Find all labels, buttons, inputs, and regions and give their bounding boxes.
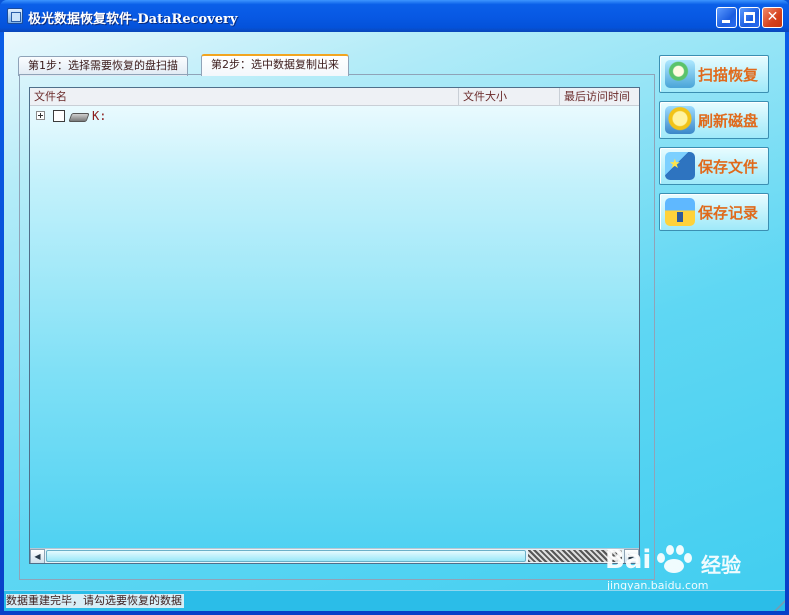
save-record-label: 保存记录 (698, 204, 759, 222)
column-header-filename[interactable]: 文件名 (30, 88, 459, 106)
column-header-last-access[interactable]: 最后访问时间 (560, 88, 639, 106)
expand-icon[interactable] (36, 111, 45, 120)
window-title: 极光数据恢复软件-DataRecovery (28, 12, 238, 27)
drive-icon (70, 112, 86, 120)
tab-step2[interactable]: 第2步：选中数据复制出来 (201, 54, 349, 76)
minimize-button[interactable] (716, 7, 737, 28)
status-bar: 数据重建完毕，请勾选要恢复的数据 (4, 590, 785, 611)
house-icon (665, 198, 695, 226)
maximize-button[interactable] (739, 7, 760, 28)
scan-recover-label: 扫描恢复 (698, 66, 759, 84)
save-record-button[interactable]: 保存记录 (659, 193, 769, 231)
tab-step1[interactable]: 第1步：选择需要恢复的盘扫描 (18, 56, 188, 76)
save-file-button[interactable]: 保存文件 (659, 147, 769, 185)
refresh-disk-label: 刷新磁盘 (698, 112, 759, 130)
save-file-label: 保存文件 (698, 158, 759, 176)
item-checkbox[interactable] (53, 110, 65, 122)
file-list[interactable]: 文件名 文件大小 最后访问时间 K: ◀ ▶ (29, 87, 640, 564)
scroll-thumb[interactable] (46, 550, 526, 562)
paw-icon (653, 543, 693, 573)
watermark-jingyan: 经验 (701, 553, 741, 577)
list-header: 文件名 文件大小 最后访问时间 (30, 88, 639, 106)
horizontal-scrollbar[interactable]: ◀ ▶ (30, 548, 639, 563)
scan-recover-button[interactable]: 扫描恢复 (659, 55, 769, 93)
baidu-watermark: Bai 经验 jingyan.baidu.com (605, 535, 755, 595)
scroll-left-button[interactable]: ◀ (30, 549, 45, 563)
refresh-disk-icon (665, 106, 695, 134)
refresh-disk-button[interactable]: 刷新磁盘 (659, 101, 769, 139)
maximize-icon (744, 12, 755, 23)
drive-label: K: (92, 109, 107, 123)
minimize-icon (722, 20, 730, 23)
app-icon[interactable] (7, 8, 23, 24)
close-button[interactable]: ✕ (762, 7, 783, 28)
app-window: 极光数据恢复软件-DataRecovery ✕ 第1步：选择需要恢复的盘扫描 第… (0, 0, 789, 615)
title-bar[interactable]: 极光数据恢复软件-DataRecovery ✕ (0, 0, 789, 32)
column-header-size[interactable]: 文件大小 (459, 88, 560, 106)
list-item[interactable]: K: (30, 108, 458, 124)
status-message: 数据重建完毕，请勾选要恢复的数据 (6, 594, 184, 608)
magnifier-icon (665, 60, 695, 88)
folder-star-icon (665, 152, 695, 180)
watermark-brand: Bai (605, 545, 652, 575)
close-icon: ✕ (766, 9, 779, 25)
resize-grip-icon[interactable] (771, 597, 785, 611)
